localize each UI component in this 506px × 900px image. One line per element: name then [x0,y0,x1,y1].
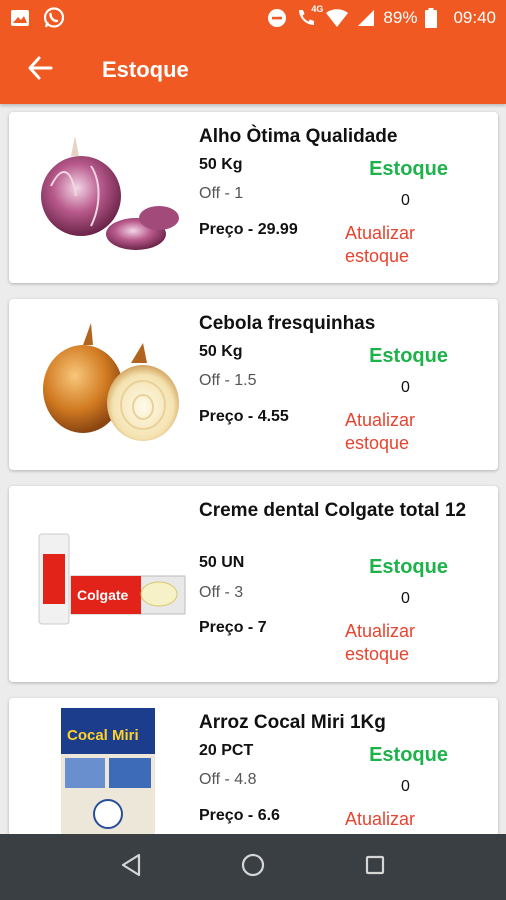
garlic-image [31,126,191,266]
update-stock-label-line2: estoque [345,246,410,266]
back-button[interactable] [12,42,68,98]
update-stock-label-line2: estoque [345,433,410,453]
update-stock-label-line1: Atualizar [345,223,416,243]
whatsapp-icon [42,6,66,30]
product-name: Cebola fresquinhas [199,313,376,334]
product-name: Arroz Cocal Miri 1Kg [199,712,386,733]
clock: 09:40 [453,8,496,27]
stock-value: 0 [401,590,410,607]
nav-recents-button[interactable] [345,842,405,892]
product-off: Off - 1 [199,185,244,202]
product-card[interactable]: Colgate Creme dental Colgate total 12 50… [9,486,498,682]
stock-label: Estoque [369,345,448,367]
stock-label: Estoque [369,744,448,766]
update-stock-link[interactable]: Atualizar estoque [345,222,415,268]
stock-value: 0 [401,778,410,795]
update-stock-link[interactable]: Atualizar estoque [345,620,415,666]
update-stock-label-line2: estoque [345,644,410,664]
back-arrow-icon [27,55,53,86]
toothpaste-image: Colgate [31,514,191,654]
product-card[interactable]: Cebola fresquinhas 50 Kg Off - 1.5 Preço… [9,299,498,470]
product-off: Off - 3 [199,584,244,601]
back-triangle-icon [120,853,142,882]
home-circle-icon [241,853,265,882]
update-stock-label-line1: Atualizar [345,621,416,641]
product-list[interactable]: Alho Òtima Qualidade 50 Kg Off - 1 Preço… [0,104,506,834]
call-icon: 4G [295,4,323,29]
product-price: Preço - 7 [199,619,267,636]
stock-label: Estoque [369,556,448,578]
product-card[interactable]: Alho Òtima Qualidade 50 Kg Off - 1 Preço… [9,112,498,283]
status-bar: 4G 89% 09:40 [0,0,506,36]
rice-brand-text: Cocal Miri [67,727,139,744]
network-type-label: 4G [311,4,324,14]
product-card[interactable]: Cocal Miri Arroz Cocal Miri 1Kg 20 PCT O… [9,698,498,834]
rice-image: Cocal Miri [31,704,191,834]
battery-icon [425,8,438,28]
update-stock-link[interactable]: Atualizar estoque [345,808,415,834]
image-icon [10,8,30,28]
page-title: Estoque [102,57,189,82]
stock-label: Estoque [369,158,448,180]
product-name: Creme dental Colgate total 12 [199,500,467,521]
product-price: Preço - 29.99 [199,221,298,238]
product-name: Alho Òtima Qualidade [199,126,398,147]
product-off: Off - 4.8 [199,771,257,788]
stock-value: 0 [401,379,410,396]
product-quantity: 50 UN [199,554,245,571]
nav-back-button[interactable] [101,842,161,892]
dnd-icon [267,8,287,28]
update-stock-link[interactable]: Atualizar estoque [345,409,415,455]
product-price: Preço - 4.55 [199,408,289,425]
battery-percent: 89% [383,8,418,27]
update-stock-label-line1: Atualizar [345,410,416,430]
product-quantity: 20 PCT [199,742,254,759]
onion-image [31,313,191,453]
recents-square-icon [364,854,386,881]
product-quantity: 50 Kg [199,343,243,360]
colgate-brand-text: Colgate [77,587,129,603]
product-quantity: 50 Kg [199,156,243,173]
nav-home-button[interactable] [223,842,283,892]
wifi-icon [325,8,349,28]
product-price: Preço - 6.6 [199,807,280,824]
signal-icon [357,9,375,27]
system-nav-bar [0,834,506,900]
product-off: Off - 1.5 [199,372,257,389]
stock-value: 0 [401,192,410,209]
app-bar: Estoque [0,36,506,104]
update-stock-label-line1: Atualizar [345,809,416,829]
